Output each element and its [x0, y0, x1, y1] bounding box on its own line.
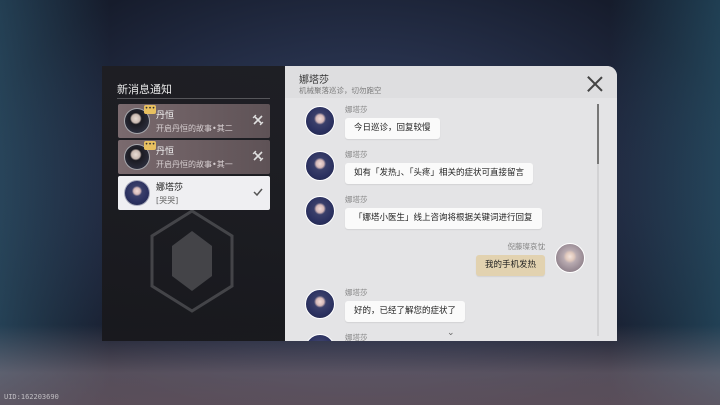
- natasha-avatar: [305, 151, 335, 181]
- notification-panel: 新消息通知 ••• 丹恒 开启丹恒的故事•其二 ••• 丹恒 开启丹恒的故事•其…: [102, 66, 285, 341]
- notification-item-danheng-1[interactable]: ••• 丹恒 开启丹恒的故事•其一: [118, 140, 270, 174]
- check-icon: [253, 188, 263, 197]
- notification-preview: 开启丹恒的故事•其一: [156, 160, 233, 169]
- message-bubble: 好的，已经了解您的症状了: [345, 301, 466, 322]
- message-badge-icon: •••: [144, 105, 156, 114]
- dismiss-icon[interactable]: [252, 150, 264, 162]
- notification-name: 娜塔莎: [156, 183, 184, 193]
- close-icon[interactable]: [587, 76, 603, 92]
- chat-message: 娜塔莎 好的，已经了解您的症状了: [305, 288, 585, 325]
- faction-emblem-icon: [150, 209, 234, 313]
- notification-preview: 开启丹恒的故事•其二: [156, 124, 233, 133]
- chat-message: 娜塔莎: [305, 333, 585, 341]
- notification-name: 丹恒: [156, 111, 175, 121]
- chat-header: 娜塔莎 机械聚落巡诊，切勿跑空: [285, 66, 617, 98]
- scrollbar-thumb[interactable]: [597, 104, 599, 164]
- player-avatar: [555, 243, 585, 273]
- chat-message-self: 倪藤璨哀忱 我的手机发热: [305, 242, 585, 279]
- natasha-avatar: [305, 196, 335, 226]
- chat-message: 娜塔莎 「娜塔小医生」线上咨询将根据关键词进行回复: [305, 195, 585, 232]
- natasha-avatar: [305, 106, 335, 136]
- chat-contact-signature: 机械聚落巡诊，切勿跑空: [299, 86, 382, 95]
- message-sender: 娜塔莎: [345, 195, 368, 204]
- player-uid: UID:162203690: [4, 393, 59, 401]
- message-badge-icon: •••: [144, 141, 156, 150]
- message-sender: 娜塔莎: [345, 333, 368, 341]
- message-bubble: 今日巡诊，回复较慢: [345, 118, 440, 139]
- natasha-avatar: [305, 289, 335, 319]
- message-sender: 娜塔莎: [345, 105, 368, 114]
- message-sender: 娜塔莎: [345, 288, 368, 297]
- chat-panel: 娜塔莎 机械聚落巡诊，切勿跑空 娜塔莎 今日巡诊，回复较慢 娜塔莎 如有「发热」…: [285, 66, 617, 341]
- notification-preview: [哭哭]: [156, 196, 179, 205]
- chat-contact-name: 娜塔莎: [299, 75, 329, 86]
- scroll-down-chevron-icon[interactable]: ⌄: [447, 328, 455, 338]
- message-sender: 娜塔莎: [345, 150, 368, 159]
- notification-item-natasha[interactable]: 娜塔莎 [哭哭]: [118, 176, 270, 210]
- chat-message: 娜塔莎 如有「发热」、「头疼」相关的症状可直接留言: [305, 150, 585, 187]
- message-sender: 倪藤璨哀忱: [507, 242, 546, 251]
- title-divider: [117, 98, 270, 99]
- message-bubble: 如有「发热」、「头疼」相关的症状可直接留言: [345, 163, 534, 184]
- chat-message: 娜塔莎 今日巡诊，回复较慢: [305, 105, 585, 142]
- notification-item-danheng-2[interactable]: ••• 丹恒 开启丹恒的故事•其二: [118, 104, 270, 138]
- notification-name: 丹恒: [156, 147, 175, 157]
- notification-panel-title: 新消息通知: [117, 83, 172, 96]
- message-bubble: 「娜塔小医生」线上咨询将根据关键词进行回复: [345, 208, 542, 229]
- natasha-avatar: [124, 180, 150, 206]
- dismiss-icon[interactable]: [252, 114, 264, 126]
- natasha-avatar: [305, 334, 335, 341]
- message-bubble: 我的手机发热: [475, 255, 545, 276]
